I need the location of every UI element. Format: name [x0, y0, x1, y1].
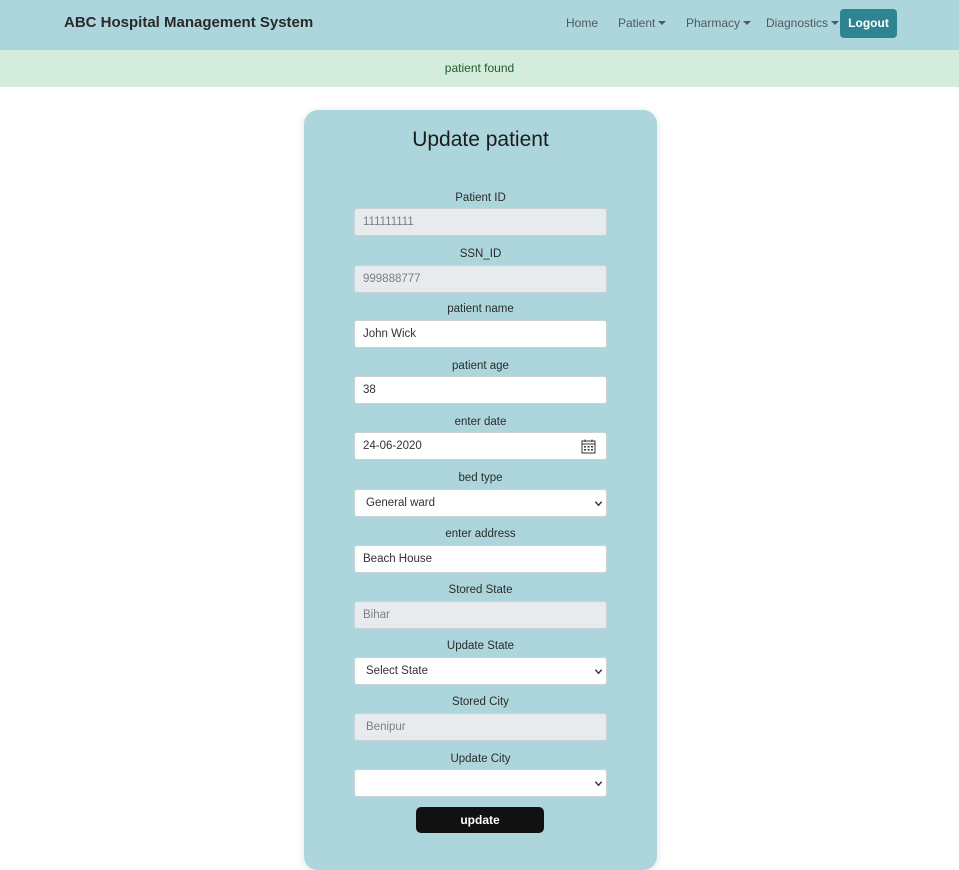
enter-date-label: enter date — [454, 416, 507, 428]
nav-pharmacy-dropdown[interactable]: Pharmacy — [686, 16, 752, 30]
update-state-selected: Select State — [366, 665, 429, 677]
stored-city-field: Benipur — [354, 713, 607, 741]
patient-age-value: 38 — [363, 384, 376, 396]
bed-type-label: bed type — [458, 472, 503, 484]
nav-diagnostics-dropdown[interactable]: Diagnostics — [766, 16, 840, 30]
stored-state-value: Bihar — [363, 609, 390, 621]
patient-id-value: 111111111 — [363, 216, 414, 228]
patient-age-input[interactable]: 38 — [354, 376, 607, 404]
caret-down-icon — [658, 21, 667, 25]
patient-id-label: Patient ID — [455, 192, 506, 204]
alert-message: patient found — [444, 61, 515, 75]
update-button[interactable]: update — [416, 807, 544, 833]
stored-state-field: Bihar — [354, 601, 607, 629]
patient-age-label: patient age — [452, 360, 509, 372]
caret-down-icon — [831, 21, 840, 25]
top-navbar: ABC Hospital Management System Home Pati… — [0, 0, 959, 50]
enter-date-value: 24-06-2020 — [363, 440, 422, 452]
update-state-select[interactable]: Select State — [354, 657, 607, 685]
nav-diagnostics-label: Diagnostics — [766, 16, 829, 30]
bed-type-selected: General ward — [366, 497, 436, 509]
patient-name-label: patient name — [447, 303, 514, 315]
nav-patient-dropdown[interactable]: Patient — [618, 16, 667, 30]
address-input[interactable]: Beach House — [354, 545, 607, 573]
chevron-down-icon — [594, 669, 603, 675]
update-city-select[interactable] — [354, 769, 607, 797]
chevron-down-icon — [594, 501, 603, 507]
stored-city-value: Benipur — [366, 721, 406, 733]
chevron-down-icon — [594, 781, 603, 787]
brand-title[interactable]: ABC Hospital Management System — [64, 14, 313, 31]
address-value: Beach House — [363, 553, 433, 565]
patient-name-value: John Wick — [363, 328, 417, 340]
address-label: enter address — [445, 528, 516, 540]
nav-patient-label: Patient — [618, 16, 656, 30]
update-state-label: Update State — [446, 640, 515, 652]
update-city-label: Update City — [450, 753, 511, 765]
status-alert: patient found — [0, 50, 959, 87]
logout-button[interactable]: Logout — [840, 9, 897, 38]
patient-name-input[interactable]: John Wick — [354, 320, 607, 348]
nav-pharmacy-label: Pharmacy — [686, 16, 741, 30]
nav-home[interactable]: Home — [566, 16, 598, 30]
ssn-id-value: 999888777 — [363, 273, 421, 285]
patient-id-field: 111111111 — [354, 208, 607, 236]
form-title: Update patient — [412, 128, 549, 151]
enter-date-input[interactable]: 24-06-2020 — [354, 432, 607, 460]
bed-type-select[interactable]: General ward — [354, 489, 607, 517]
stored-state-label: Stored State — [448, 584, 513, 596]
calendar-icon[interactable] — [581, 439, 596, 454]
nav-home-label: Home — [566, 16, 599, 30]
ssn-id-label: SSN_ID — [459, 248, 502, 260]
update-patient-card: Update patient Patient ID 111111111 SSN_… — [304, 110, 657, 870]
caret-down-icon — [743, 21, 752, 25]
ssn-id-field: 999888777 — [354, 265, 607, 293]
stored-city-label: Stored City — [452, 696, 509, 708]
